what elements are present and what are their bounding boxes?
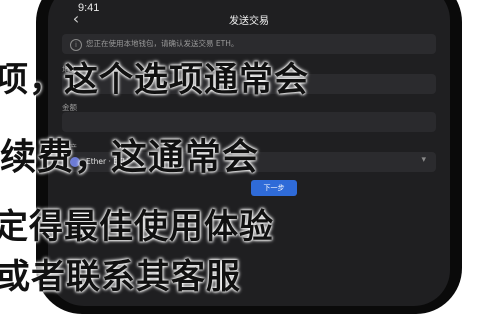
- page-title: 发送交易: [229, 16, 269, 27]
- info-text: 您正在使用本地钱包，请确认发送交易 ETH。: [86, 39, 239, 48]
- info-banner: i 您正在使用本地钱包，请确认发送交易 ETH。: [62, 34, 436, 54]
- amount-field[interactable]: [62, 112, 436, 132]
- chevron-down-icon: ▾: [421, 155, 426, 165]
- address-field[interactable]: [62, 74, 436, 94]
- info-icon: i: [70, 39, 82, 51]
- app-screen: 9:41 ‹ 发送交易 i 您正在使用本地钱包，请确认发送交易 ETH。 地址 …: [48, 0, 450, 306]
- next-button[interactable]: 下一步: [251, 180, 297, 196]
- ethereum-icon: [70, 157, 80, 167]
- nav-bar: ‹ 发送交易: [48, 6, 450, 32]
- asset-select[interactable]: Ether · ETH ▾: [62, 152, 436, 172]
- asset-value: Ether · ETH: [86, 157, 129, 166]
